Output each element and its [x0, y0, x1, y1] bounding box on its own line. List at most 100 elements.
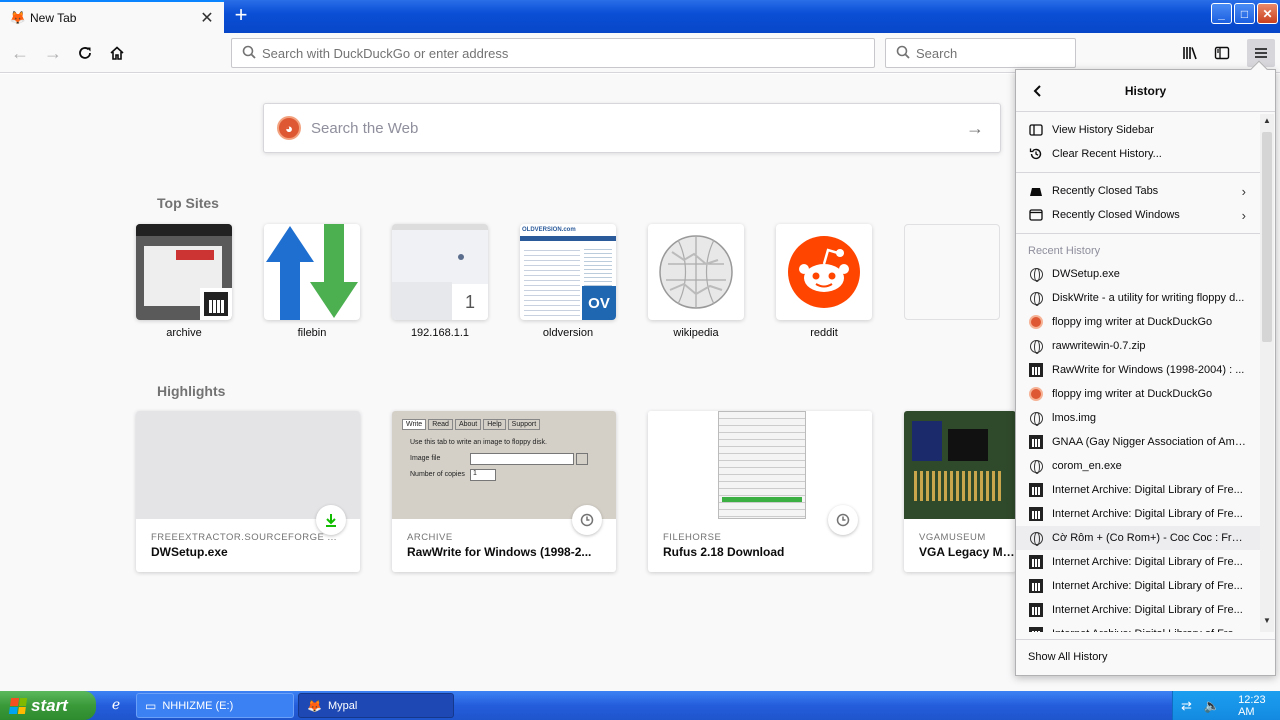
view-history-sidebar[interactable]: View History Sidebar — [1016, 118, 1260, 142]
globe-icon — [1028, 338, 1044, 354]
tab-count-badge: 1 — [452, 284, 488, 320]
archive-icon — [1028, 434, 1044, 450]
close-window-button[interactable]: ✕ — [1257, 3, 1278, 24]
history-entry[interactable]: Internet Archive: Digital Library of Fre… — [1016, 550, 1260, 574]
task-mypal[interactable]: 🦊 Mypal — [298, 693, 454, 718]
chevron-right-icon: › — [1241, 183, 1246, 199]
navigation-toolbar: ← → — [0, 33, 1280, 73]
highlight-card[interactable]: FILEHORSE Rufus 2.18 Download — [648, 411, 872, 572]
rawwrite-tab: Write — [402, 419, 427, 430]
site-label: oldversion — [542, 327, 594, 339]
recently-closed-tabs[interactable]: Recently Closed Tabs › — [1016, 179, 1260, 203]
internet-explorer-icon[interactable]: ℯ — [106, 696, 126, 716]
history-entry-label: rawwritewin-0.7.zip — [1052, 340, 1146, 352]
search-go-arrow-icon[interactable]: → — [966, 118, 984, 139]
show-all-history[interactable]: Show All History — [1016, 639, 1275, 675]
top-site-wikipedia[interactable]: wikipedia — [648, 224, 744, 339]
menu-item-label: Recently Closed Tabs — [1052, 185, 1159, 197]
history-entry-label: floppy img writer at DuckDuckGo — [1052, 316, 1213, 328]
top-site-filebin[interactable]: filebin — [264, 224, 360, 339]
web-search-box[interactable]: ◕ → — [263, 103, 1001, 153]
archive-icon — [1028, 554, 1044, 570]
history-panel-header: History — [1016, 70, 1275, 112]
card-title: VGA Legacy MKIII — [919, 545, 1015, 559]
forward-arrow-icon[interactable]: → — [39, 39, 67, 67]
menu-item-label: View History Sidebar — [1052, 124, 1154, 136]
rawwrite-tab: Help — [483, 419, 506, 430]
history-entry[interactable]: rawwritewin-0.7.zip — [1016, 334, 1260, 358]
duckduckgo-icon: ◕ — [277, 116, 301, 140]
maximize-button[interactable]: □ — [1234, 3, 1255, 24]
tab-new-tab[interactable]: 🦊 New Tab ✕ — [0, 0, 224, 33]
top-site-reddit[interactable]: reddit — [776, 224, 872, 339]
top-site-archive[interactable]: archive — [136, 224, 232, 339]
url-input[interactable] — [262, 45, 874, 61]
scroll-down-arrow-icon[interactable]: ▼ — [1261, 616, 1273, 630]
history-entry[interactable]: Internet Archive: Digital Library of Fre… — [1016, 622, 1260, 632]
archive-icon — [1028, 602, 1044, 618]
web-search-input[interactable] — [311, 119, 966, 137]
back-arrow-icon[interactable]: ← — [6, 39, 34, 67]
history-scrollbar[interactable]: ▲ ▼ — [1260, 114, 1274, 632]
reddit-icon — [788, 236, 860, 308]
sidebar-icon[interactable] — [1208, 39, 1236, 67]
history-entry-label: Internet Archive: Digital Library of Fre… — [1052, 628, 1248, 632]
highlight-card[interactable]: VGAMUSEUM VGA Legacy MKIII — [904, 411, 1016, 572]
duckduckgo-icon — [1028, 386, 1044, 402]
task-explorer[interactable]: ▭ NHHIZME (E:) — [136, 693, 294, 718]
task-label: Mypal — [327, 699, 358, 712]
archive-icon — [200, 288, 232, 320]
history-entry[interactable]: floppy img writer at DuckDuckGo — [1016, 382, 1260, 406]
start-button[interactable]: start — [0, 691, 96, 720]
search-bar[interactable] — [885, 38, 1092, 68]
rawwrite-value: 1 — [470, 469, 496, 481]
clear-recent-history[interactable]: Clear Recent History... — [1016, 142, 1260, 166]
history-entry-label: Internet Archive: Digital Library of Fre… — [1052, 580, 1243, 592]
scroll-up-arrow-icon[interactable]: ▲ — [1261, 116, 1273, 130]
site-thumbnail: 1 — [392, 224, 488, 320]
close-tab-icon[interactable]: ✕ — [196, 7, 218, 29]
network-icon[interactable]: ⇄ — [1181, 698, 1192, 714]
history-entry[interactable]: Internet Archive: Digital Library of Fre… — [1016, 574, 1260, 598]
url-bar[interactable] — [231, 38, 875, 68]
chevron-right-icon: › — [1241, 207, 1246, 223]
scrollbar-thumb[interactable] — [1262, 132, 1272, 342]
recently-closed-windows[interactable]: Recently Closed Windows › — [1016, 203, 1260, 227]
menu-item-label: Clear Recent History... — [1052, 148, 1162, 160]
card-preview — [648, 411, 872, 519]
history-entry-label: Internet Archive: Digital Library of Fre… — [1052, 556, 1243, 568]
globe-icon — [1028, 458, 1044, 474]
history-entry[interactable]: Internet Archive: Digital Library of Fre… — [1016, 502, 1260, 526]
history-entry-label: Internet Archive: Digital Library of Fre… — [1052, 604, 1243, 616]
history-entry[interactable]: Internet Archive: Digital Library of Fre… — [1016, 598, 1260, 622]
history-entry[interactable]: corom_en.exe — [1016, 454, 1260, 478]
globe-icon — [1028, 266, 1044, 282]
minimize-button[interactable]: _ — [1211, 3, 1232, 24]
reload-icon[interactable] — [71, 39, 99, 67]
new-tab-button[interactable]: + — [228, 4, 254, 28]
history-entry[interactable]: RawWrite for Windows (1998-2004) : ... — [1016, 358, 1260, 382]
home-icon[interactable] — [103, 39, 131, 67]
volume-icon[interactable]: 🔈 — [1204, 698, 1220, 714]
card-source: FILEHORSE — [663, 532, 722, 543]
rawwrite-label: Image file — [410, 455, 441, 462]
history-entry[interactable]: Cờ Rôm + (Co Rom+) - Coc Coc : Free... — [1016, 526, 1260, 550]
history-entry[interactable]: DiskWrite - a utility for writing floppy… — [1016, 286, 1260, 310]
history-entry[interactable]: Internet Archive: Digital Library of Fre… — [1016, 478, 1260, 502]
site-thumbnail: OLDVERSION.com OV — [520, 224, 616, 320]
back-chevron-icon[interactable] — [1028, 81, 1048, 101]
history-entry[interactable]: floppy img writer at DuckDuckGo — [1016, 310, 1260, 334]
history-entry[interactable]: GNAA (Gay Nigger Association of Ame... — [1016, 430, 1260, 454]
archive-icon — [1028, 482, 1044, 498]
tab-title: New Tab — [30, 10, 77, 25]
library-icon[interactable] — [1176, 39, 1204, 67]
top-site-oldversion[interactable]: OLDVERSION.com OV oldversion — [520, 224, 616, 339]
search-input[interactable] — [916, 45, 1092, 61]
history-entry[interactable]: DWSetup.exe — [1016, 262, 1260, 286]
highlight-card[interactable]: FREEEXTRACTOR.SOURCEFORGE ... DWSetup.ex… — [136, 411, 360, 572]
drive-icon: ▭ — [145, 698, 157, 713]
history-entry[interactable]: lmos.img — [1016, 406, 1260, 430]
top-site-192-168-1-1[interactable]: 1 192.168.1.1 — [392, 224, 488, 339]
highlight-card[interactable]: Write Read About Help Support Use this t… — [392, 411, 616, 572]
search-icon — [242, 45, 256, 62]
